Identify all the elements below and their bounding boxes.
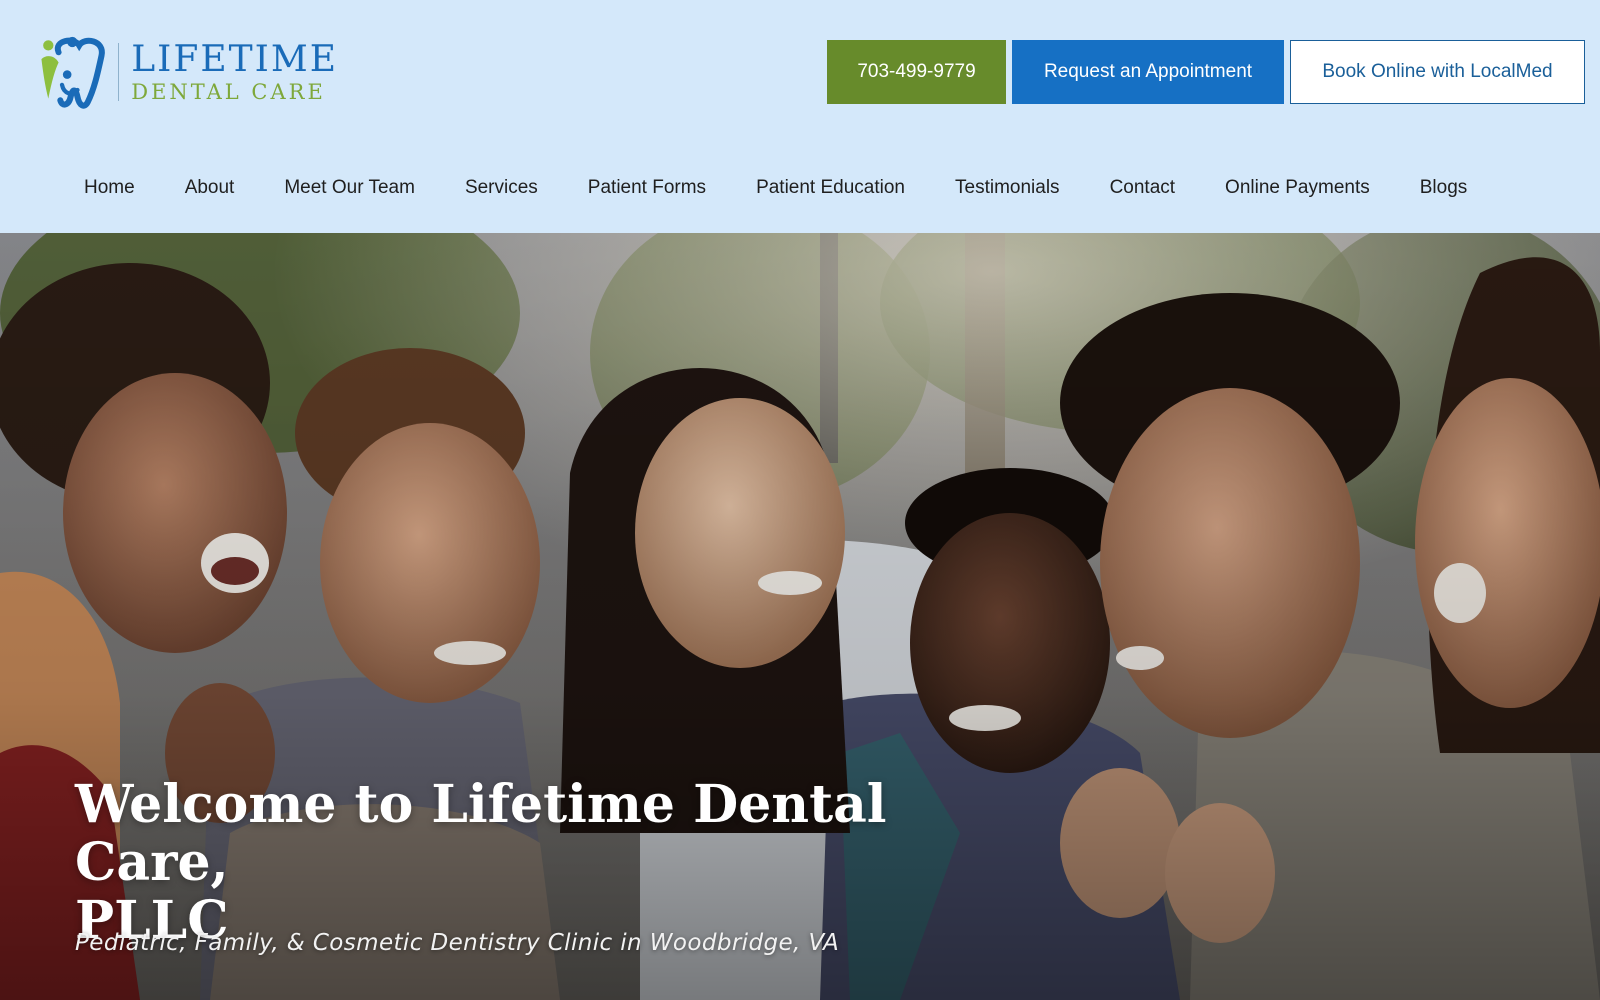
book-online-button[interactable]: Book Online with LocalMed [1290,40,1585,104]
nav-item-services[interactable]: Services [465,177,538,199]
nav-item-online-payments[interactable]: Online Payments [1225,177,1370,199]
nav-item-meet-our-team[interactable]: Meet Our Team [284,177,415,199]
hero-title-line1: Welcome to Lifetime Dental Care, [75,774,887,893]
hero-title: Welcome to Lifetime Dental Care, PLLC [75,776,995,950]
site-header: LIFETIME DENTAL CARE 703-499-9779 Reques… [0,0,1600,233]
tooth-family-logo-icon [41,36,105,109]
nav-item-blogs[interactable]: Blogs [1420,177,1468,199]
nav-item-home[interactable]: Home [84,177,135,199]
nav-item-testimonials[interactable]: Testimonials [955,177,1060,199]
logo-wordmark: LIFETIME DENTAL CARE [131,38,338,104]
nav-item-contact[interactable]: Contact [1110,177,1175,199]
request-appointment-button[interactable]: Request an Appointment [1012,40,1284,104]
phone-button[interactable]: 703-499-9779 [827,40,1006,104]
logo-name-line1: LIFETIME [131,38,338,80]
nav-item-patient-forms[interactable]: Patient Forms [588,177,706,199]
header-cta-group: 703-499-9779 Request an Appointment Book… [827,40,1585,104]
site-logo[interactable]: LIFETIME DENTAL CARE [38,26,338,118]
hero-banner: Welcome to Lifetime Dental Care, PLLC Pe… [0,233,1600,1000]
nav-item-about[interactable]: About [185,177,235,199]
hero-subtitle: Pediatric, Family, & Cosmetic Dentistry … [75,930,840,956]
logo-name-line2: DENTAL CARE [131,79,326,104]
main-nav: Home About Meet Our Team Services Patien… [0,163,1600,213]
logo-divider [118,43,120,101]
nav-item-patient-education[interactable]: Patient Education [756,177,905,199]
